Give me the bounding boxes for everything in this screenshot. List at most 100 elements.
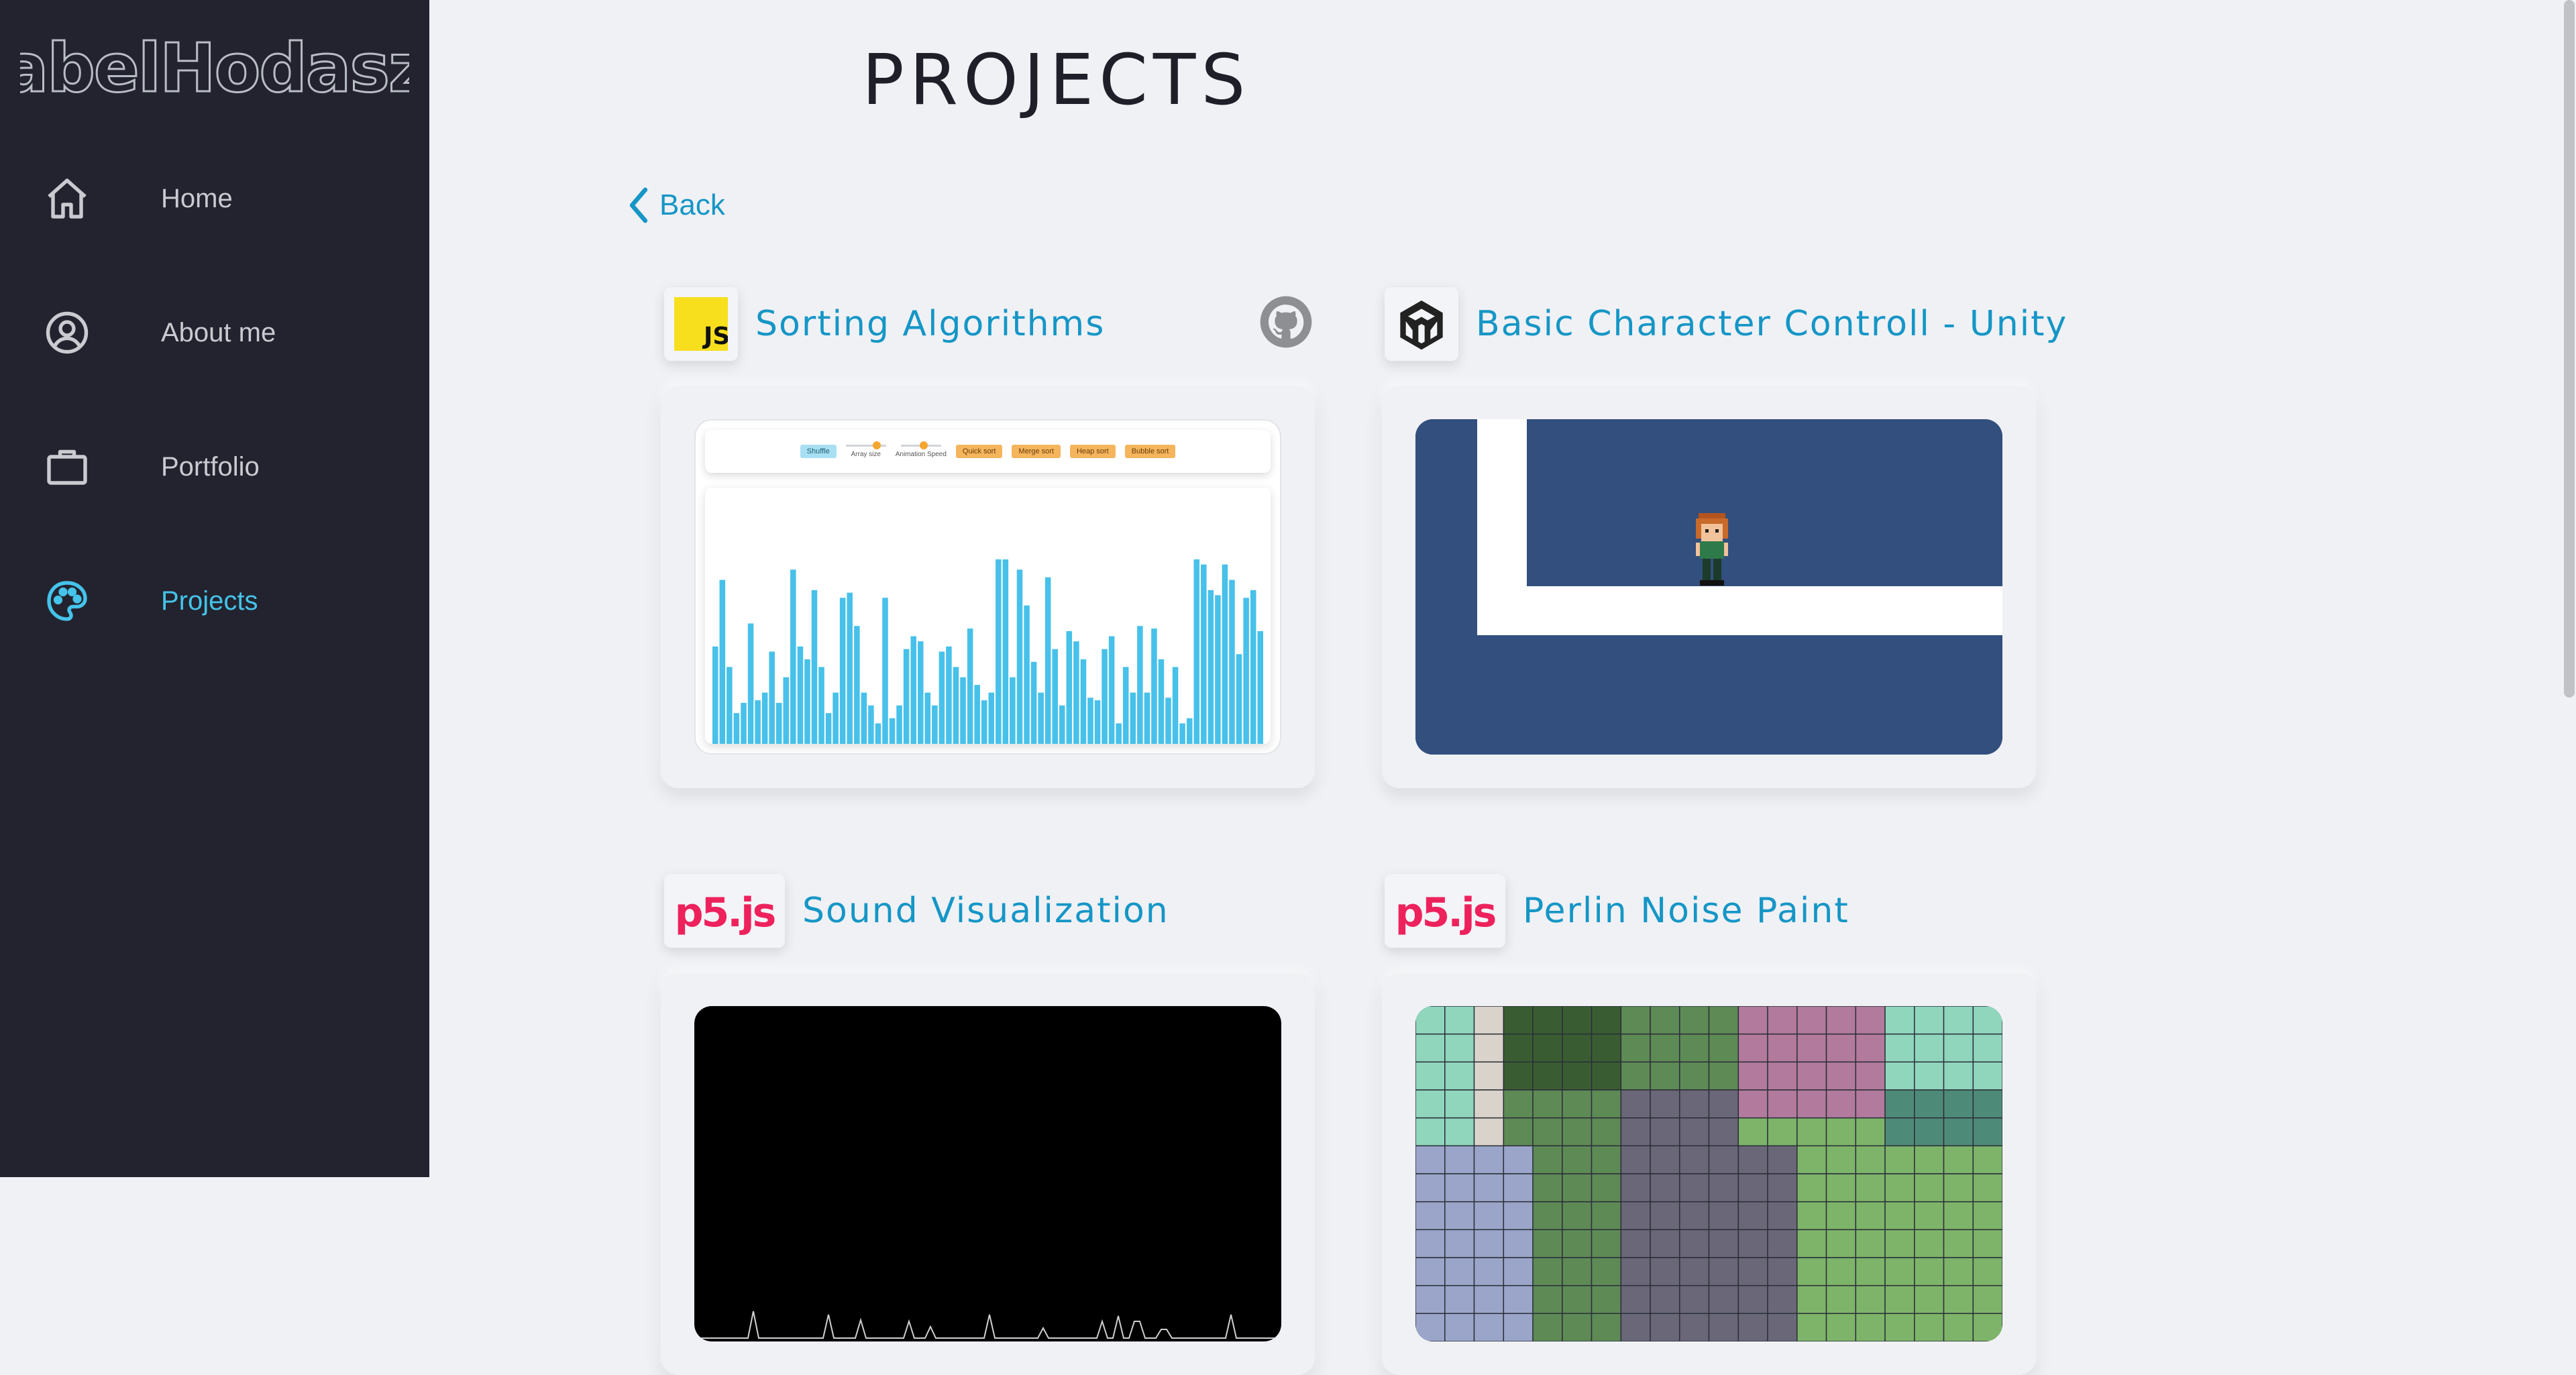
grid-cell [1473, 1117, 1505, 1147]
grid-cell [1884, 1089, 1915, 1119]
back-button[interactable]: Back [627, 185, 725, 225]
grid-cell [1943, 1229, 1974, 1258]
grid-cell [1796, 1061, 1827, 1091]
grid-cell [1591, 1033, 1622, 1063]
sorting-bar [1024, 605, 1030, 744]
sorting-bar [1094, 700, 1101, 744]
waveform-line [694, 1311, 1279, 1339]
project-card-sound[interactable] [661, 973, 1315, 1375]
grid-cell [1855, 1173, 1886, 1203]
grid-cell [1737, 1313, 1768, 1341]
grid-cell [1620, 1173, 1651, 1203]
grid-cell [1503, 1173, 1534, 1203]
sorting-bar [1144, 692, 1150, 744]
grid-cell [1943, 1257, 1974, 1286]
grid-cell [1708, 1145, 1739, 1174]
project-title-link[interactable]: Perlin Noise Paint [1523, 891, 1849, 931]
grid-cell [1796, 1173, 1827, 1203]
sorting-bar [854, 626, 860, 744]
grid-cell [1532, 1229, 1563, 1258]
sorting-bar [1229, 580, 1235, 744]
scrollbar[interactable] [2563, 0, 2576, 1177]
unity-scene [1415, 419, 2002, 755]
grid-cell [1503, 1201, 1534, 1231]
project-card-unity[interactable] [1382, 386, 2036, 788]
grid-cell [1591, 1006, 1622, 1035]
grid-cell [1708, 1229, 1739, 1258]
grid-cell [1562, 1313, 1593, 1341]
grid-cell [1562, 1033, 1593, 1063]
grid-cell [1884, 1313, 1915, 1341]
svg-text:p5.js: p5.js [675, 889, 775, 936]
grid-cell [1884, 1145, 1915, 1174]
grid-cell [1650, 1006, 1680, 1035]
project-title-link[interactable]: Basic Character Controll - Unity [1476, 304, 2068, 344]
project-card-sorting[interactable]: Shuffle Array size Animation Speed Quick… [661, 386, 1315, 788]
sorting-preview: Shuffle Array size Animation Speed Quick… [694, 419, 1281, 755]
quick-sort-button: Quick sort [955, 445, 1003, 458]
grid-cell [1767, 1145, 1798, 1174]
site-logo[interactable]: abelHodasz [2, 19, 428, 119]
sidebar-item-projects[interactable]: Projects [0, 561, 429, 641]
grid-cell [1884, 1033, 1915, 1063]
sorting-bar [833, 692, 839, 744]
sorting-bar [804, 659, 810, 744]
grid-cell [1532, 1257, 1563, 1286]
grid-cell [1972, 1033, 2002, 1063]
project-title-link[interactable]: Sorting Algorithms [755, 304, 1105, 344]
scrollbar-thumb[interactable] [2564, 0, 2575, 698]
sorting-bar [769, 651, 775, 744]
sorting-bar [818, 667, 824, 744]
project-card-perlin[interactable] [1382, 973, 2036, 1375]
grid-cell [1532, 1173, 1563, 1203]
grid-cell [1972, 1284, 2002, 1315]
grid-cell [1943, 1089, 1974, 1119]
grid-cell [1943, 1284, 1974, 1315]
sorting-bar [1158, 659, 1165, 744]
grid-cell [1444, 1033, 1475, 1063]
sidebar-item-label: Portfolio [161, 451, 260, 482]
sorting-bar [1122, 667, 1129, 744]
grid-cell [1884, 1229, 1915, 1258]
grid-cell [1679, 1229, 1710, 1258]
github-icon[interactable] [1259, 295, 1313, 349]
grid-cell [1737, 1061, 1768, 1091]
grid-cell [1943, 1006, 1974, 1035]
grid-cell [1591, 1117, 1622, 1147]
grid-cell [1767, 1006, 1798, 1035]
grid-cell [1562, 1173, 1593, 1203]
grid-cell [1620, 1313, 1651, 1341]
sorting-bar [775, 702, 782, 744]
sidebar-item-label: Projects [161, 586, 258, 616]
project-title-link[interactable]: Sound Visualization [802, 891, 1169, 931]
sidebar-item-home[interactable]: Home [0, 158, 429, 239]
grid-cell [1943, 1145, 1974, 1174]
sorting-bar [924, 692, 931, 744]
grid-cell [1796, 1033, 1827, 1063]
sidebar-item-portfolio[interactable]: Portfolio [0, 427, 429, 507]
grid-cell [1796, 1145, 1827, 1174]
grid-cell [1972, 1117, 2002, 1147]
sorting-bars-area [705, 488, 1271, 744]
grid-cell [1914, 1284, 1945, 1315]
grid-cell [1943, 1033, 1974, 1063]
grid-cell [1620, 1033, 1651, 1063]
grid-cell [1825, 1061, 1857, 1091]
sorting-bar [1151, 628, 1157, 744]
sorting-bar [1236, 654, 1242, 744]
sorting-bar [946, 646, 952, 744]
grid-cell [1825, 1173, 1857, 1203]
sidebar-item-about-me[interactable]: About me [0, 292, 429, 373]
sorting-bar [889, 718, 896, 744]
grid-cell [1737, 1257, 1768, 1286]
grid-cell [1825, 1229, 1857, 1258]
grid-cell [1444, 1284, 1475, 1315]
grid-cell [1737, 1117, 1768, 1147]
user-circle-icon [43, 309, 91, 357]
sorting-bar [1179, 723, 1185, 744]
grid-cell [1415, 1089, 1446, 1119]
grid-cell [1503, 1033, 1534, 1063]
grid-cell [1767, 1229, 1798, 1258]
grid-cell [1796, 1284, 1827, 1315]
grid-cell [1415, 1117, 1446, 1147]
